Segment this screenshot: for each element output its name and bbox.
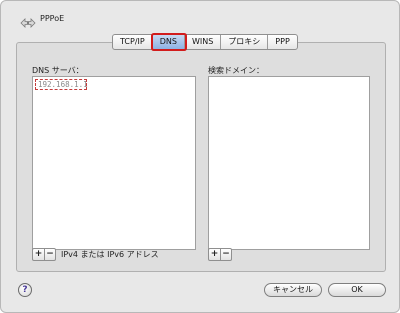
settings-panel: DNS サーバ： 192.168.1.1 検索ドメイン： + − IPv4 また… bbox=[16, 42, 386, 272]
tab-ppp[interactable]: PPP bbox=[268, 35, 296, 49]
add-dns-server-button[interactable]: + bbox=[33, 249, 44, 260]
tab-dns[interactable]: DNS bbox=[152, 35, 185, 49]
remove-dns-server-button[interactable]: − bbox=[44, 249, 55, 260]
search-domains-list[interactable] bbox=[208, 76, 370, 250]
search-domains-buttons: + − bbox=[208, 248, 232, 261]
network-settings-window: PPPoE DNS サーバ： 192.168.1.1 検索ドメイン： + − I… bbox=[0, 0, 400, 313]
dns-servers-label: DNS サーバ： bbox=[32, 66, 84, 75]
search-domains-label: 検索ドメイン： bbox=[208, 66, 264, 75]
cancel-button[interactable]: キャンセル bbox=[264, 283, 322, 297]
window-title: PPPoE bbox=[40, 14, 65, 23]
remove-search-domain-button[interactable]: − bbox=[220, 249, 231, 260]
network-arrows-icon bbox=[20, 14, 36, 28]
dns-servers-buttons: + − bbox=[32, 248, 56, 261]
dns-servers-list[interactable]: 192.168.1.1 bbox=[32, 76, 196, 250]
dns-server-entry[interactable]: 192.168.1.1 bbox=[35, 79, 88, 90]
tab-wins[interactable]: WINS bbox=[185, 35, 222, 49]
address-hint: IPv4 または IPv6 アドレス bbox=[61, 250, 159, 259]
tab-tcpip[interactable]: TCP/IP bbox=[113, 35, 153, 49]
ok-button[interactable]: OK bbox=[328, 283, 386, 297]
tab-proxy[interactable]: プロキシ bbox=[221, 35, 269, 49]
add-search-domain-button[interactable]: + bbox=[209, 249, 220, 260]
help-button[interactable]: ? bbox=[18, 283, 32, 297]
tab-bar: TCP/IP DNS WINS プロキシ PPP bbox=[112, 34, 298, 50]
